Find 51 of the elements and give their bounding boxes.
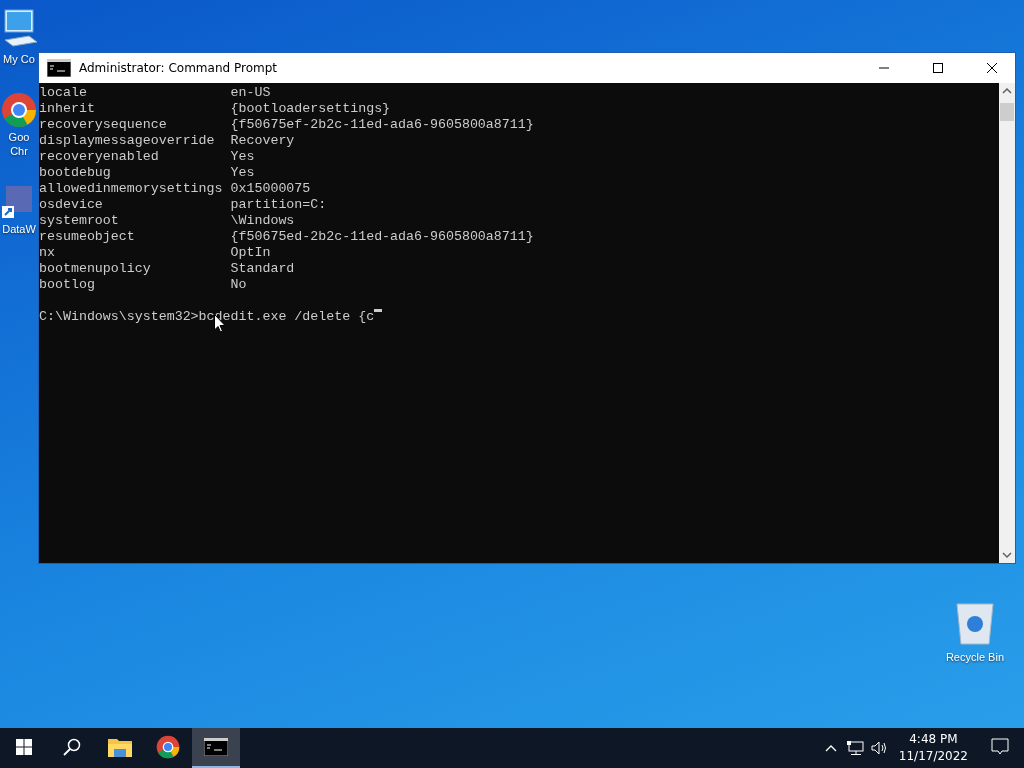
close-icon bbox=[987, 63, 997, 73]
setting-name: allowedinmemorysettings bbox=[39, 181, 224, 197]
windows-icon bbox=[16, 739, 32, 755]
recycle-bin-label: Recycle Bin bbox=[945, 650, 1004, 664]
desktop-icon-label: My Co bbox=[2, 52, 36, 66]
setting-value: {f50675ed-2b2c-11ed-ada6-9605800a8711} bbox=[230, 229, 534, 245]
speaker-icon bbox=[869, 740, 888, 756]
setting-value: No bbox=[230, 277, 247, 293]
chrome-icon bbox=[156, 735, 180, 759]
setting-name: bootmenupolicy bbox=[39, 261, 152, 277]
chrome-icon bbox=[1, 92, 37, 128]
setting-value: {bootloadersettings} bbox=[230, 101, 391, 117]
setting-value: \Windows bbox=[230, 213, 295, 229]
setting-name: bootdebug bbox=[39, 165, 112, 181]
search-icon bbox=[63, 738, 81, 756]
taskbar-app-button[interactable] bbox=[192, 728, 240, 768]
setting-value: partition=C: bbox=[230, 197, 327, 213]
folder-icon bbox=[108, 737, 132, 757]
setting-name: displaymessageoverride bbox=[39, 133, 216, 149]
desktop-icon-label: Goo Chr bbox=[7, 130, 31, 158]
network-icon bbox=[845, 740, 864, 756]
chevron-up-icon bbox=[824, 744, 837, 752]
setting-name: osdevice bbox=[39, 197, 104, 213]
recycle-bin-icon bbox=[954, 600, 995, 646]
setting-value: Yes bbox=[230, 165, 255, 181]
setting-name: resumeobject bbox=[39, 229, 136, 245]
setting-value: Yes bbox=[230, 149, 255, 165]
terminal-icon bbox=[204, 738, 228, 756]
setting-name: systemroot bbox=[39, 213, 120, 229]
desktop-icon-label: DataW bbox=[1, 222, 37, 236]
window-title: Administrator: Command Prompt bbox=[79, 61, 278, 75]
command-line[interactable]: C:\Windows\system32>bcdedit.exe /delete {c bbox=[39, 309, 375, 325]
setting-name: locale bbox=[39, 85, 88, 101]
setting-name: recoveryenabled bbox=[39, 149, 160, 165]
setting-value: {f50675ef-2b2c-11ed-ada6-9605800a8711} bbox=[230, 117, 534, 133]
setting-value: en-US bbox=[230, 85, 271, 101]
text-cursor bbox=[374, 309, 383, 312]
scrollbar-thumb[interactable] bbox=[1000, 103, 1014, 121]
setting-name: inherit bbox=[39, 101, 96, 117]
setting-value: OptIn bbox=[230, 245, 271, 261]
setting-value: 0x15000075 bbox=[230, 181, 311, 197]
setting-name: bootlog bbox=[39, 277, 96, 293]
setting-value: Standard bbox=[230, 261, 295, 277]
terminal-icon bbox=[47, 59, 71, 77]
setting-name: nx bbox=[39, 245, 56, 261]
scrollbar[interactable] bbox=[999, 83, 1015, 563]
setting-value: Recovery bbox=[230, 133, 295, 149]
maximize-icon bbox=[933, 63, 943, 73]
speech-bubble-icon bbox=[991, 738, 1009, 756]
setting-name: recoverysequence bbox=[39, 117, 168, 133]
clock[interactable]: 4:48 PM 11/17/2022 bbox=[890, 731, 976, 765]
